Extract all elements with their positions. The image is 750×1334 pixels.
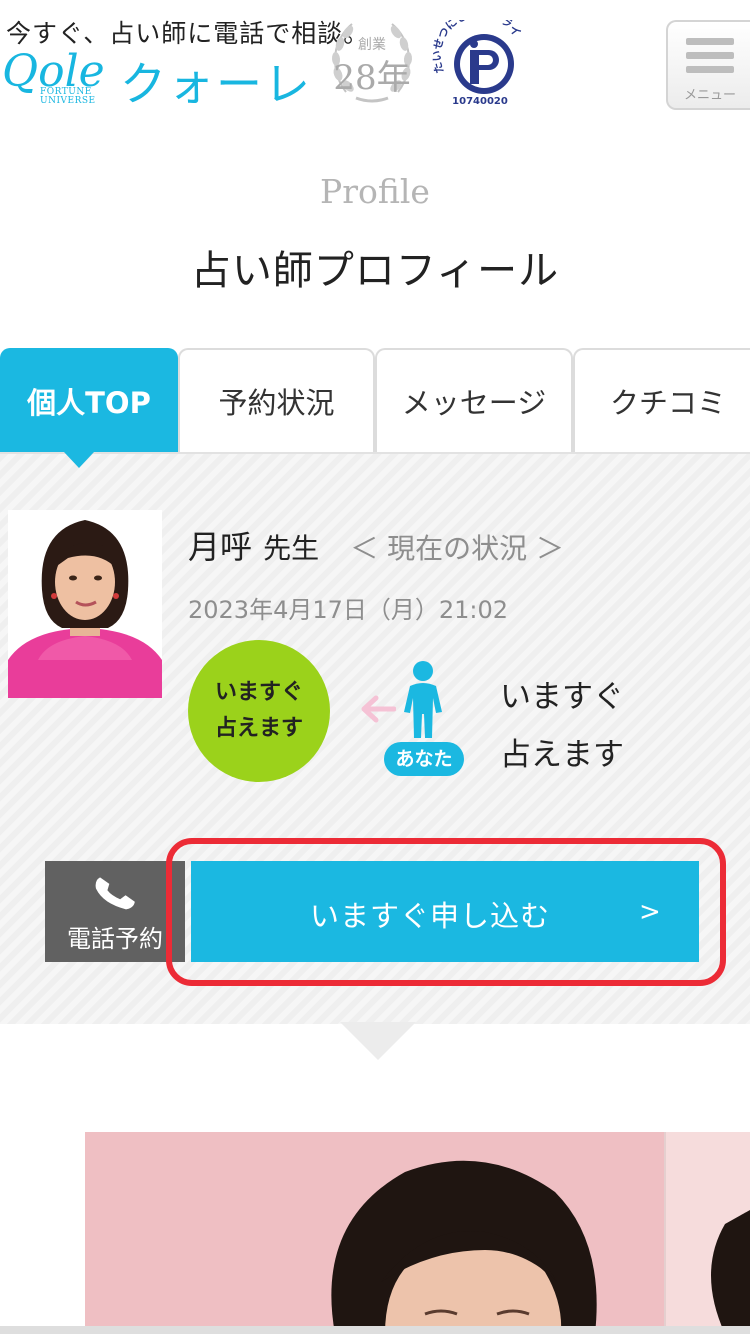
fortune-teller-avatar[interactable] — [8, 510, 162, 698]
fortune-teller-main-photo — [85, 1132, 750, 1334]
availability-status-line2: 占えます — [500, 737, 624, 773]
status-datetime: 2023年4月17日（月）21:02 — [188, 596, 509, 624]
highlight-annotation — [166, 838, 726, 986]
page-subtitle: Profile — [320, 172, 430, 211]
logo-subtext: FORTUNE UNIVERSE — [40, 88, 96, 106]
availability-badge: いますぐ 占えます — [188, 640, 330, 782]
you-badge: あなた — [384, 742, 464, 776]
logo-sub-line2: UNIVERSE — [40, 96, 96, 106]
privacy-mark: たいせつにしますプライバシー 10740020 — [427, 6, 528, 114]
menu-button[interactable]: メニュー — [666, 20, 750, 110]
privacy-mark-number: 10740020 — [452, 96, 508, 107]
tab-reservation-status[interactable]: 予約状況 — [178, 348, 375, 452]
page-title: 占い師プロフィール — [190, 248, 560, 294]
badge-years-text: 28年 — [333, 58, 411, 98]
active-tab-pointer — [64, 452, 94, 468]
tab-messages[interactable]: メッセージ — [375, 348, 573, 452]
tab-personal-top[interactable]: 個人TOP — [0, 348, 178, 452]
phone-reservation-button[interactable]: 電話予約 — [45, 861, 185, 962]
availability-badge-line2: 占えます — [214, 716, 303, 741]
anniversary-badge: 創業 28年 — [326, 14, 418, 112]
menu-button-label: メニュー — [683, 88, 736, 103]
phone-reservation-label: 電話予約 — [67, 925, 163, 953]
availability-badge-line1: いますぐ — [214, 680, 303, 705]
site-tagline: 今すぐ、占い師に電話で相談。 — [6, 19, 370, 48]
tab-reviews[interactable]: クチコミ — [573, 348, 750, 452]
availability-status-line1: いますぐ — [500, 679, 624, 715]
hamburger-menu-icon — [686, 38, 734, 45]
current-status-link[interactable]: ＜ 現在の状況 ＞ — [350, 532, 564, 565]
fortune-teller-name: 月呼 — [188, 528, 253, 566]
fortune-teller-header: 月呼 先生 ＜ 現在の状況 ＞ — [188, 522, 564, 568]
privacy-mark-icon: たいせつにしますプライバシー — [427, 6, 523, 94]
bottom-edge — [0, 1326, 750, 1334]
profile-tabs: 個人TOP 予約状況 メッセージ クチコミ — [0, 348, 750, 452]
fortune-teller-honorific: 先生 — [263, 532, 320, 565]
left-arrow-icon — [361, 695, 396, 723]
availability-status-text: いますぐ 占えます — [500, 668, 624, 784]
main-photo-image — [85, 1132, 750, 1334]
hamburger-menu-icon-bar2 — [686, 52, 734, 59]
person-icon — [404, 661, 442, 738]
panel-pointer — [340, 1022, 416, 1060]
hamburger-menu-icon-bar3 — [686, 66, 734, 73]
phone-icon — [95, 877, 135, 910]
logo-kana-text: クォーレ — [120, 57, 312, 111]
avatar-image — [8, 510, 162, 698]
site-header: 今すぐ、占い師に電話で相談。 Qole FORTUNE UNIVERSE クォー… — [0, 0, 750, 125]
